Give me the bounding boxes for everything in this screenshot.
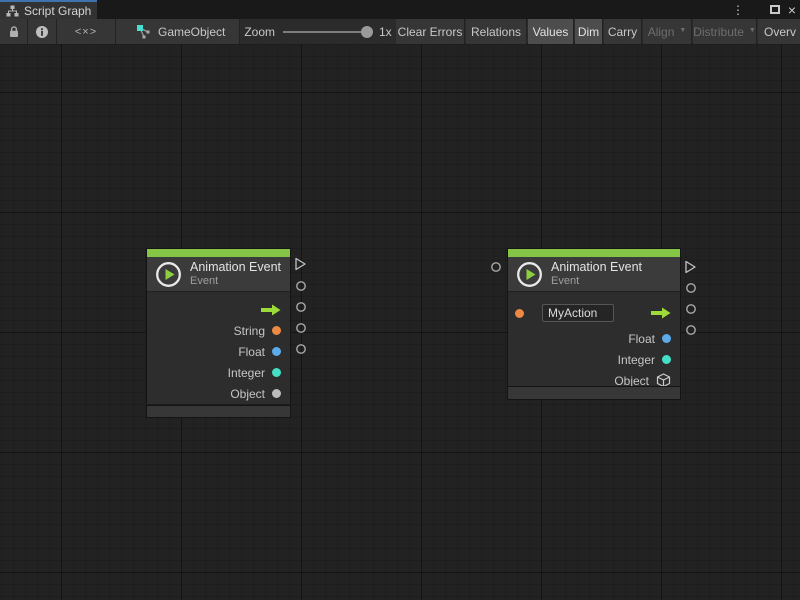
port-label: String [234, 324, 265, 338]
window-menu-icon[interactable]: ⋮ [730, 0, 746, 19]
node-header[interactable]: Animation Event Event [147, 257, 290, 291]
node-body: Float Integer Object [508, 291, 680, 391]
zoom-label: Zoom [244, 25, 275, 39]
node-header[interactable]: Animation Event Event [508, 257, 680, 291]
zoom-control: Zoom 1x [240, 19, 396, 44]
node-title: Animation Event [551, 260, 642, 274]
zoom-value: 1x [379, 25, 392, 39]
string-port-dot [272, 326, 281, 335]
object-port-dot [272, 389, 281, 398]
overview-button[interactable]: Overv [758, 19, 800, 44]
name-in-port[interactable] [490, 261, 502, 273]
node-subtitle: Event [190, 275, 281, 288]
lock-icon [8, 25, 20, 38]
node-header-accent [147, 249, 290, 257]
port-row-float: Float [147, 341, 290, 362]
port-row-float: Float [508, 328, 680, 349]
flow-arrow-icon [260, 304, 281, 316]
graph-toolbar: <×> GameObject Zoom 1x Clear Errors Rela… [0, 19, 800, 44]
port-label: Float [628, 332, 655, 346]
flow-out-port[interactable] [684, 260, 697, 274]
integer-out-port[interactable] [295, 322, 307, 334]
port-row-name-input [508, 298, 680, 328]
graph-hierarchy-icon [6, 5, 19, 17]
dim-toggle[interactable]: Dim [575, 19, 603, 44]
graph-owner-label: GameObject [158, 25, 225, 39]
event-play-icon [516, 261, 543, 288]
port-row-integer: Integer [508, 349, 680, 370]
align-label: Align [648, 25, 675, 39]
maximize-icon[interactable] [766, 0, 784, 19]
object-out-port[interactable] [295, 343, 307, 355]
integer-port-dot [272, 368, 281, 377]
port-row-flow-out [147, 299, 290, 320]
float-port-dot [272, 347, 281, 356]
float-out-port[interactable] [295, 301, 307, 313]
node-footer [146, 405, 291, 418]
distribute-label: Distribute [693, 25, 744, 39]
port-row-string: String [147, 320, 290, 341]
tab-bar: Script Graph ⋮ × [0, 0, 800, 19]
float-port-dot [662, 334, 671, 343]
node-animation-event-2[interactable]: Animation Event Event [507, 248, 681, 386]
lock-button[interactable] [0, 19, 28, 44]
graph-canvas[interactable]: Animation Event Event String [0, 44, 800, 600]
chevron-down-icon: ▼ [749, 27, 756, 34]
info-button[interactable] [28, 19, 57, 44]
script-graph-window: Script Graph ⋮ × <×> [0, 0, 800, 600]
node-body: String Float Integer Object [147, 291, 290, 404]
graph-owner-segment[interactable]: GameObject [116, 19, 240, 44]
port-label: Float [238, 345, 265, 359]
node-animation-event-1[interactable]: Animation Event Event String [146, 248, 291, 404]
tab-script-graph[interactable]: Script Graph [0, 0, 97, 19]
info-icon [35, 25, 49, 39]
name-input-port-dot [515, 309, 524, 318]
carry-toggle[interactable]: Carry [604, 19, 642, 44]
close-icon[interactable]: × [784, 0, 800, 19]
node-title: Animation Event [190, 260, 281, 274]
zoom-slider-knob[interactable] [361, 26, 373, 38]
float-out-port[interactable] [685, 282, 697, 294]
node-subtitle: Event [551, 275, 642, 288]
port-label: Object [230, 387, 265, 401]
tab-title: Script Graph [24, 4, 91, 18]
relations-button[interactable]: Relations [466, 19, 527, 44]
string-out-port[interactable] [295, 280, 307, 292]
clear-errors-button[interactable]: Clear Errors [396, 19, 465, 44]
port-row-integer: Integer [147, 362, 290, 383]
values-toggle[interactable]: Values [528, 19, 574, 44]
zoom-slider[interactable] [283, 31, 371, 33]
node-header-accent [508, 249, 680, 257]
port-label: Integer [618, 353, 655, 367]
port-label: Integer [228, 366, 265, 380]
port-row-object: Object [147, 383, 290, 404]
code-preview-button[interactable]: <×> [57, 19, 116, 44]
event-play-icon [155, 261, 182, 288]
distribute-dropdown[interactable]: Distribute ▼ [693, 19, 757, 44]
flow-arrow-icon [650, 307, 671, 319]
event-name-input[interactable] [542, 304, 614, 322]
integer-out-port[interactable] [685, 303, 697, 315]
flow-out-port[interactable] [294, 257, 307, 271]
node-footer [507, 386, 681, 400]
chevron-down-icon: ▼ [679, 27, 686, 34]
graph-node-icon [136, 24, 152, 40]
integer-port-dot [662, 355, 671, 364]
object-out-port[interactable] [685, 324, 697, 336]
align-dropdown[interactable]: Align ▼ [643, 19, 692, 44]
